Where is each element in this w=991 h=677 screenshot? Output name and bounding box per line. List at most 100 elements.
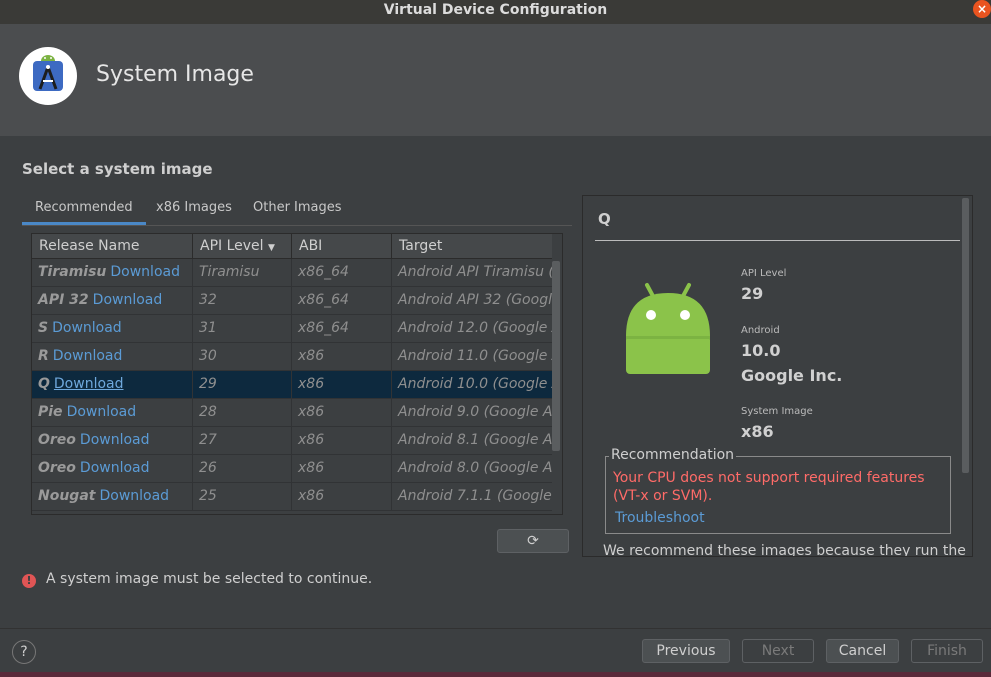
section-title: Select a system image	[22, 160, 213, 178]
abi: x86	[292, 455, 392, 483]
abi: x86	[292, 399, 392, 427]
column-api-level[interactable]: API Level ▼	[193, 234, 292, 259]
table-header: Release Name API Level ▼ ABI Target	[32, 234, 552, 259]
download-link[interactable]: Download	[93, 292, 163, 308]
release-name: API 32	[38, 292, 89, 308]
image-detail-panel: Q API Level 29 Android 10.0 Google Inc. …	[582, 195, 973, 557]
download-link[interactable]: Download	[67, 404, 137, 420]
api-level: 26	[193, 455, 292, 483]
refresh-button[interactable]: ⟳	[497, 529, 569, 553]
table-row[interactable]: Oreo Download 27 x86 Android 8.1 (Google …	[32, 427, 552, 455]
error-icon: !	[22, 574, 36, 588]
release-name: Oreo	[38, 432, 76, 448]
download-link[interactable]: Download	[53, 348, 123, 364]
table-row[interactable]: API 32 Download 32 x86_64 Android API 32 …	[32, 287, 552, 315]
help-icon[interactable]: ?	[12, 640, 36, 664]
validation-error: ! A system image must be selected to cont…	[22, 571, 372, 588]
refresh-icon: ⟳	[527, 533, 539, 549]
recommendation-footer-text: We recommend these images because they r…	[603, 543, 966, 557]
detail-scrollbar[interactable]	[962, 198, 969, 473]
table-row[interactable]: Tiramisu Download Tiramisu x86_64 Android…	[32, 259, 552, 287]
tab-x86-images[interactable]: x86 Images	[143, 196, 245, 225]
abi: x86	[292, 483, 392, 511]
table-row[interactable]: Oreo Download 26 x86 Android 8.0 (Google …	[32, 455, 552, 483]
download-link[interactable]: Download	[52, 320, 122, 336]
target: Android 11.0 (Google AP	[398, 348, 552, 364]
android-studio-icon	[19, 47, 77, 105]
tab-other-images[interactable]: Other Images	[240, 196, 355, 225]
target: Android API Tiramisu (G	[398, 264, 552, 280]
target: Android 9.0 (Google APIs	[398, 404, 552, 420]
abi: x86_64	[292, 315, 392, 343]
table-row[interactable]: Pie Download 28 x86 Android 9.0 (Google A…	[32, 399, 552, 427]
finish-button[interactable]: Finish	[911, 639, 983, 663]
download-link[interactable]: Download	[80, 460, 150, 476]
image-tabs: Recommended x86 Images Other Images	[22, 196, 572, 226]
vendor-value: Google Inc.	[741, 366, 843, 385]
previous-button[interactable]: Previous	[642, 639, 730, 663]
table-row[interactable]: Nougat Download 25 x86 Android 7.1.1 (Goo…	[32, 483, 552, 511]
system-image-value: x86	[741, 422, 774, 441]
table-scrollbar[interactable]	[552, 261, 560, 451]
recommendation-message: Your CPU does not support required featu…	[613, 470, 925, 504]
android-robot-icon	[623, 281, 713, 380]
target: Android 8.1 (Google APIs	[398, 432, 552, 448]
page-title: System Image	[96, 62, 254, 87]
window-titlebar: Virtual Device Configuration ×	[0, 0, 991, 24]
release-name: Nougat	[38, 488, 96, 504]
abi: x86	[292, 371, 392, 399]
target: Android 7.1.1 (Google A	[398, 488, 552, 504]
abi: x86_64	[292, 287, 392, 315]
column-release-name[interactable]: Release Name	[32, 234, 193, 259]
api-level: 29	[193, 371, 292, 399]
table-row[interactable]: S Download 31 x86_64 Android 12.0 (Google…	[32, 315, 552, 343]
troubleshoot-link[interactable]: Troubleshoot	[615, 510, 705, 526]
system-image-label: System Image	[741, 406, 813, 417]
table-row-selected[interactable]: QDownload 29 x86 Android 10.0 (Google AP	[32, 371, 552, 399]
system-image-table: Release Name API Level ▼ ABI Target Tira…	[31, 233, 563, 515]
desktop-strip	[0, 672, 991, 677]
api-level: 27	[193, 427, 292, 455]
api-level: 31	[193, 315, 292, 343]
api-level-value: 29	[741, 284, 764, 303]
footer-divider	[0, 628, 991, 629]
detail-divider	[595, 240, 960, 241]
next-button[interactable]: Next	[742, 639, 814, 663]
api-level: 28	[193, 399, 292, 427]
column-abi[interactable]: ABI	[292, 234, 392, 259]
target: Android 10.0 (Google AP	[398, 376, 552, 392]
android-version-value: 10.0	[741, 341, 781, 360]
api-level: 32	[193, 287, 292, 315]
column-target[interactable]: Target	[392, 234, 552, 259]
download-link[interactable]: Download	[110, 264, 180, 280]
target: Android 8.0 (Google APIs	[398, 460, 552, 476]
wizard-header: System Image	[0, 24, 991, 136]
download-link[interactable]: Download	[80, 432, 150, 448]
api-level: Tiramisu	[193, 259, 292, 287]
error-message: A system image must be selected to conti…	[46, 571, 373, 587]
detail-title: Q	[598, 210, 611, 228]
api-level: 25	[193, 483, 292, 511]
table-rows: Tiramisu Download Tiramisu x86_64 Android…	[32, 259, 552, 511]
sort-down-icon: ▼	[268, 243, 275, 253]
cancel-button[interactable]: Cancel	[826, 639, 899, 663]
table-row[interactable]: RDownload 30 x86 Android 11.0 (Google AP	[32, 343, 552, 371]
abi: x86_64	[292, 259, 392, 287]
close-icon[interactable]: ×	[973, 0, 991, 18]
android-label: Android	[741, 325, 780, 336]
api-level: 30	[193, 343, 292, 371]
release-name: Tiramisu	[38, 264, 107, 280]
release-name: R	[38, 348, 49, 364]
release-name: Q	[38, 376, 50, 392]
api-level-label: API Level	[741, 268, 787, 279]
download-link[interactable]: Download	[54, 376, 124, 392]
abi: x86	[292, 343, 392, 371]
target: Android 12.0 (Google AP	[398, 320, 552, 336]
abi: x86	[292, 427, 392, 455]
tab-recommended[interactable]: Recommended	[22, 196, 146, 225]
release-name: Oreo	[38, 460, 76, 476]
download-link[interactable]: Download	[99, 488, 169, 504]
window-title: Virtual Device Configuration	[383, 2, 608, 18]
release-name: Pie	[38, 404, 63, 420]
recommendation-title: Recommendation	[609, 447, 737, 463]
